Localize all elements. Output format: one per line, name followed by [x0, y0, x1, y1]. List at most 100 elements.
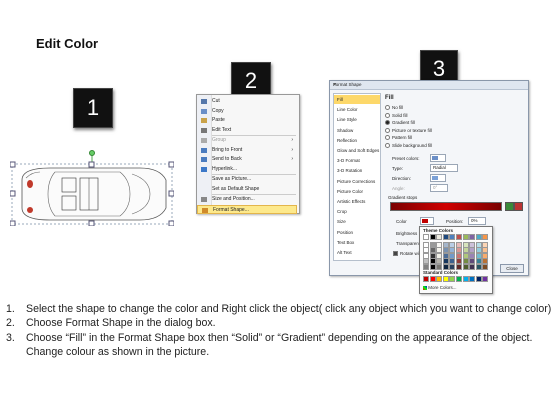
theme-colors-label: Theme Colors [423, 228, 454, 233]
color-swatch[interactable] [449, 234, 456, 240]
color-swatch[interactable] [436, 276, 443, 282]
category-picture-corrections[interactable]: Picture Corrections [334, 177, 380, 186]
close-button[interactable]: Close [500, 264, 524, 273]
color-swatch[interactable] [456, 234, 462, 240]
preset-colors-dropdown[interactable] [430, 154, 446, 162]
color-swatch[interactable] [462, 264, 469, 270]
menu-item-save-as-picture[interactable]: Save as Picture... [197, 175, 297, 184]
color-swatch[interactable] [469, 276, 476, 282]
fill-option-pattern-fill[interactable]: Pattern fill [385, 135, 412, 141]
color-swatch[interactable] [423, 276, 429, 282]
instructions: 1. Select the shape to change the color a… [6, 302, 554, 360]
color-swatch[interactable] [442, 276, 449, 282]
radio-icon [385, 105, 390, 111]
category-reflection[interactable]: Reflection [334, 136, 380, 145]
color-swatch[interactable] [482, 264, 489, 270]
car-shape-selection[interactable] [9, 150, 175, 227]
color-swatch[interactable] [429, 276, 436, 282]
menu-item-paste[interactable]: Paste [197, 116, 297, 125]
category-picture-color[interactable]: Picture Color [334, 187, 380, 196]
radio-icon [385, 127, 390, 133]
car-top-view-icon[interactable] [9, 150, 175, 227]
bring-front-icon [201, 147, 207, 153]
category-3-d-rotation[interactable]: 3-D Rotation [334, 166, 380, 175]
fill-option-no-fill[interactable]: No fill [385, 105, 404, 111]
fill-option-gradient-fill[interactable]: Gradient fill [385, 120, 415, 126]
category-line-color[interactable]: Line Color [334, 105, 380, 114]
category-shadow[interactable]: Shadow [334, 126, 380, 135]
color-swatch[interactable] [449, 276, 456, 282]
color-swatch[interactable] [456, 276, 462, 282]
menu-item-size-and-position[interactable]: Size and Position... [197, 195, 297, 204]
position-field[interactable]: 0% [468, 217, 486, 225]
menu-item-set-as-default-shape[interactable]: Set as Default Shape [197, 185, 297, 194]
size-icon [201, 197, 207, 202]
instruction-text: Choose “Fill” in the Format Shape box th… [26, 331, 533, 359]
menu-item-group[interactable]: Group › [197, 136, 297, 145]
category-fill[interactable]: Fill [334, 95, 380, 104]
submenu-arrow-icon: › [291, 146, 293, 153]
gradient-stops-label: Gradient stops [388, 195, 418, 200]
category-artistic-effects[interactable]: Artistic Effects [334, 197, 380, 206]
color-swatch[interactable] [475, 234, 482, 240]
color-swatch[interactable] [423, 234, 429, 240]
menu-item-hyperlink[interactable]: Hyperlink... [197, 165, 297, 174]
submenu-arrow-icon: › [291, 156, 293, 162]
menu-item-send-to-back[interactable]: Send to Back › [197, 155, 297, 164]
instruction-item: 3. Choose “Fill” in the Format Shape box … [6, 331, 554, 360]
color-swatch[interactable] [475, 276, 482, 282]
type-dropdown[interactable]: Radial [430, 164, 458, 172]
dialog-titlebar: Format Shape ✕ [330, 81, 528, 90]
standard-colors-label: Standard Colors [423, 270, 459, 275]
fill-option-label: Slide background fill [392, 142, 433, 148]
menu-item-format-shape[interactable]: Format Shape... [197, 204, 297, 214]
fill-option-label: No fill [392, 105, 404, 110]
format-shape-icon [202, 207, 208, 213]
category-3-d-format[interactable]: 3-D Format [334, 156, 380, 165]
direction-dropdown[interactable] [430, 174, 446, 182]
color-swatch[interactable] [442, 234, 449, 240]
angle-field[interactable]: 0° [430, 184, 448, 192]
color-swatch[interactable] [462, 234, 469, 240]
instruction-number: 2. [6, 317, 15, 330]
fill-option-picture-or-texture-fill[interactable]: Picture or texture fill [385, 128, 432, 133]
color-swatch[interactable] [475, 264, 482, 270]
category-size[interactable]: Size [334, 217, 380, 226]
fill-option-solid-fill[interactable]: Solid fill [385, 113, 408, 118]
category-text-box[interactable]: Text Box [334, 238, 380, 247]
color-swatch[interactable] [469, 234, 476, 240]
fill-option-slide-background-fill[interactable]: Slide background fill [385, 143, 432, 148]
menu-item-label: Group [212, 137, 226, 143]
add-stop-icon[interactable] [505, 202, 514, 211]
more-colors-link[interactable]: More Colors... [423, 285, 457, 290]
color-swatch[interactable] [482, 276, 489, 282]
color-dropdown[interactable] [420, 217, 434, 225]
remove-stop-icon[interactable] [514, 202, 523, 211]
menu-separator [212, 194, 296, 195]
color-swatch[interactable] [436, 234, 443, 240]
menu-item-cut[interactable]: Cut [197, 97, 297, 106]
context-menu: Cut Copy Paste Edit Text Group › Bring to Fron… [196, 94, 300, 214]
menu-separator [212, 135, 296, 136]
category-glow-and-soft-edges[interactable]: Glow and Soft Edges [334, 146, 380, 155]
gradient-stops-bar[interactable] [390, 202, 502, 211]
color-swatch[interactable] [462, 276, 469, 282]
category-list: Fill Line Color Line Style Shadow Reflection… [333, 93, 381, 261]
category-line-style[interactable]: Line Style [334, 115, 380, 124]
menu-item-copy[interactable]: Copy [197, 107, 297, 116]
close-icon[interactable]: ✕ [333, 82, 526, 88]
group-icon [201, 138, 207, 143]
menu-item-edit-text[interactable]: Edit Text [197, 126, 297, 135]
menu-item-label: Cut [212, 98, 220, 104]
category-alt-text[interactable]: Alt Text [334, 248, 380, 257]
direction-label: Direction: [392, 176, 412, 181]
category-position[interactable]: Position [334, 228, 380, 237]
menu-item-label: Send to Back [212, 156, 242, 162]
category-crop[interactable]: Crop [334, 207, 380, 216]
color-swatch[interactable] [469, 264, 476, 270]
color-swatch[interactable] [482, 234, 489, 240]
menu-item-bring-to-front[interactable]: Bring to Front › [197, 146, 297, 155]
menu-item-label: Save as Picture... [212, 176, 252, 182]
brightness-label: Brightness [396, 231, 418, 236]
color-swatch[interactable] [429, 234, 436, 240]
